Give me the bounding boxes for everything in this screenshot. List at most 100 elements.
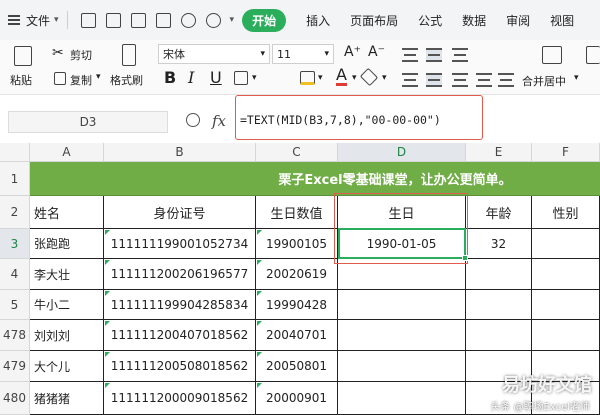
cell-a3[interactable]: 张跑跑 <box>30 229 104 259</box>
font-color-chevron-icon[interactable]: ▾ <box>352 73 357 83</box>
font-shrink-icon[interactable]: A⁻ <box>368 44 385 60</box>
cell-c479[interactable]: 20050801 <box>256 351 338 382</box>
column-header-d[interactable]: D <box>338 143 466 162</box>
cell-d5[interactable] <box>338 290 466 320</box>
save-icon[interactable] <box>80 12 96 28</box>
font-color-icon[interactable]: A <box>336 67 347 86</box>
row-header-478[interactable]: 478 <box>0 320 30 351</box>
merge-center-button[interactable]: 合并居中 <box>522 73 566 89</box>
cell-b4[interactable]: 111111200206196577 <box>104 259 256 290</box>
justify-icon[interactable] <box>476 73 492 87</box>
wrap-text-icon[interactable] <box>586 46 600 64</box>
tab-view[interactable]: 视图 <box>550 12 574 29</box>
cell-e4[interactable] <box>466 259 532 290</box>
scissors-icon[interactable]: ✂ <box>52 45 64 61</box>
align-left-icon[interactable] <box>402 73 418 87</box>
cell-c5[interactable]: 19990428 <box>256 290 338 320</box>
cell-e3[interactable]: 32 <box>466 229 532 259</box>
cell-b3[interactable]: 111111199001052734 <box>104 229 256 259</box>
align-bottom-icon[interactable] <box>452 48 468 62</box>
font-size-select[interactable]: 11 ▾ <box>272 44 334 64</box>
align-right-icon[interactable] <box>452 73 468 87</box>
merge-chevron-icon[interactable]: ▾ <box>574 73 579 83</box>
column-header-e[interactable]: E <box>466 143 532 162</box>
quick-access-chevron-icon[interactable]: ▾ <box>230 15 235 25</box>
cell-d479[interactable] <box>338 351 466 382</box>
tab-start[interactable]: 开始 <box>242 8 287 32</box>
cell-b479[interactable]: 111111200508018562 <box>104 351 256 382</box>
cell-c480[interactable]: 20000901 <box>256 382 338 415</box>
fill-color-icon[interactable] <box>300 71 315 85</box>
cell-c4[interactable]: 20020619 <box>256 259 338 290</box>
row-header-479[interactable]: 479 <box>0 351 30 382</box>
align-middle-icon[interactable] <box>426 48 442 62</box>
row-header-480[interactable]: 480 <box>0 382 30 415</box>
cell-a478[interactable]: 刘刘刘 <box>30 320 104 351</box>
cell-f4[interactable] <box>532 259 600 290</box>
name-box[interactable]: D3 <box>8 111 168 133</box>
row-header-3[interactable]: 3 <box>0 229 30 259</box>
copy-icon[interactable] <box>54 72 66 85</box>
export-icon[interactable] <box>105 12 121 28</box>
cell-c478[interactable]: 20040701 <box>256 320 338 351</box>
header-cell-birth-num[interactable]: 生日数值 <box>256 196 338 229</box>
column-header-f[interactable]: F <box>532 143 600 162</box>
border-icon[interactable] <box>234 71 248 85</box>
format-painter-button[interactable]: 格式刷 <box>110 72 143 88</box>
cell-b5[interactable]: 111111199904285834 <box>104 290 256 320</box>
tab-insert[interactable]: 插入 <box>306 12 330 29</box>
cell-d478[interactable] <box>338 320 466 351</box>
cell-e5[interactable] <box>466 290 532 320</box>
eraser-chevron-icon[interactable]: ▾ <box>382 73 387 83</box>
fill-handle[interactable] <box>462 255 468 261</box>
column-header-c[interactable]: C <box>256 143 338 162</box>
distributed-icon[interactable] <box>498 73 514 87</box>
cell-e478[interactable] <box>466 320 532 351</box>
fx-icon[interactable]: fx <box>212 112 226 130</box>
tab-review[interactable]: 审阅 <box>506 12 530 29</box>
format-painter-icon[interactable] <box>122 44 136 66</box>
align-center-icon[interactable] <box>426 73 442 87</box>
font-grow-icon[interactable]: A⁺ <box>344 44 361 60</box>
cell-a4[interactable]: 李大壮 <box>30 259 104 290</box>
cell-a5[interactable]: 牛小二 <box>30 290 104 320</box>
copy-button[interactable]: 复制 <box>70 72 92 88</box>
sheet-title-cell[interactable]: 栗子Excel零基础课堂，让办公更简单。 <box>30 162 600 196</box>
italic-button[interactable]: I <box>188 68 194 87</box>
cell-a480[interactable]: 猪猪猪 <box>30 382 104 415</box>
cut-button[interactable]: 剪切 <box>70 47 92 63</box>
column-header-a[interactable]: A <box>30 143 104 162</box>
fill-chevron-icon[interactable]: ▾ <box>318 73 323 83</box>
row-header-4[interactable]: 4 <box>0 259 30 290</box>
cell-f5[interactable] <box>532 290 600 320</box>
file-menu[interactable]: 文件 ▾ <box>0 0 59 40</box>
font-name-select[interactable]: 宋体 ▾ <box>158 44 270 64</box>
select-all-corner[interactable] <box>0 143 30 162</box>
print-icon[interactable] <box>130 12 146 28</box>
align-top-icon[interactable] <box>402 48 418 62</box>
cell-d480[interactable] <box>338 382 466 415</box>
paste-button[interactable]: 粘贴 <box>10 72 32 88</box>
row-header-2[interactable]: 2 <box>0 196 30 229</box>
column-header-b[interactable]: B <box>104 143 256 162</box>
cell-f3[interactable] <box>532 229 600 259</box>
copy-chevron-icon[interactable]: ▾ <box>96 72 101 82</box>
cell-b478[interactable]: 111111200407018562 <box>104 320 256 351</box>
cell-c3[interactable]: 19900105 <box>256 229 338 259</box>
header-cell-id[interactable]: 身份证号 <box>104 196 256 229</box>
undo-icon[interactable] <box>180 12 196 28</box>
search-icon[interactable] <box>186 113 200 127</box>
header-cell-name[interactable]: 姓名 <box>30 196 104 229</box>
cell-f478[interactable] <box>532 320 600 351</box>
tab-page-layout[interactable]: 页面布局 <box>350 12 398 29</box>
underline-button[interactable]: U <box>210 68 222 87</box>
row-header-1[interactable]: 1 <box>0 162 30 196</box>
redo-icon[interactable] <box>205 12 221 28</box>
tab-data[interactable]: 数据 <box>462 12 486 29</box>
border-chevron-icon[interactable]: ▾ <box>252 73 257 83</box>
row-header-5[interactable]: 5 <box>0 290 30 320</box>
active-cell-selection[interactable] <box>338 228 466 259</box>
eraser-icon[interactable] <box>359 67 379 87</box>
cell-b480[interactable]: 111111200009018562 <box>104 382 256 415</box>
paste-icon[interactable] <box>14 46 32 66</box>
